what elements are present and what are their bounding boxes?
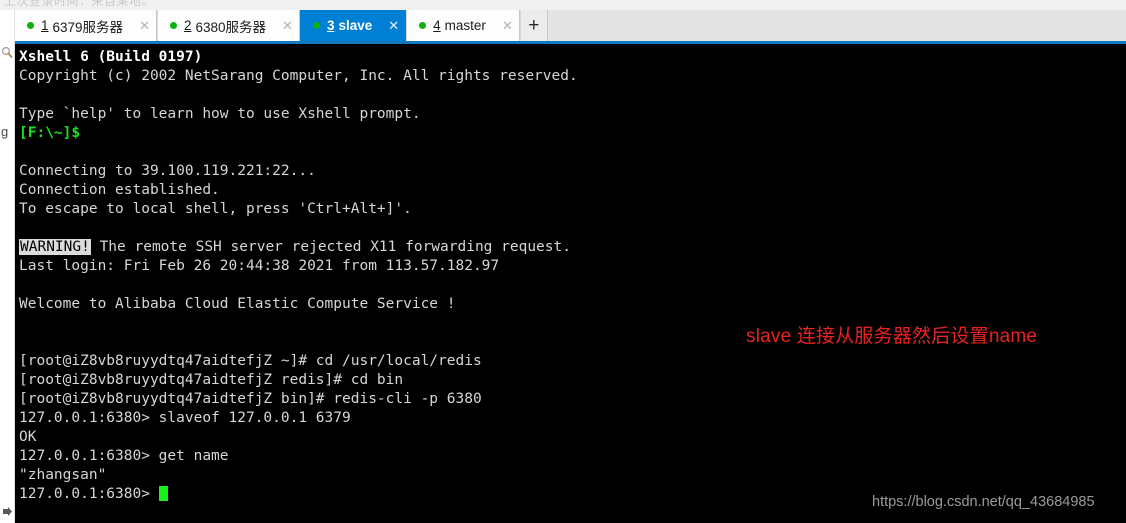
clipped-top-text: 上次登录时间：来自某地。 bbox=[4, 0, 155, 8]
status-dot-icon bbox=[27, 22, 34, 29]
terminal-pane[interactable]: Xshell 6 (Build 0197) Copyright (c) 2002 … bbox=[14, 44, 1126, 523]
tab-label: 6379服务器 bbox=[52, 19, 124, 35]
terminal-line: Xshell 6 (Build 0197) bbox=[19, 49, 203, 65]
status-dot-icon bbox=[312, 22, 320, 29]
terminal-line: Last login: Fri Feb 26 20:44:38 2021 fro… bbox=[19, 258, 500, 274]
xshell-window: 上次登录时间：来自某地。 g 1 6379服务器 ✕ 2 6380服务器 ✕ 3… bbox=[0, 0, 1126, 523]
arrow-right-icon[interactable] bbox=[1, 506, 13, 518]
terminal-line: Connecting to 39.100.119.221:22... bbox=[19, 163, 316, 179]
tab-6380-server[interactable]: 2 6380服务器 ✕ bbox=[156, 10, 300, 41]
terminal-line: [root@iZ8vb8ruyydtq47aidtefjZ bin]# redi… bbox=[19, 391, 482, 407]
tab-number: 3 bbox=[326, 18, 335, 33]
clipped-top-strip: 上次登录时间：来自某地。 bbox=[0, 0, 1126, 10]
terminal-line: [F:\~]$ bbox=[19, 125, 81, 141]
terminal-line: Copyright (c) 2002 NetSarang Computer, I… bbox=[19, 68, 578, 84]
terminal-line: OK bbox=[19, 429, 37, 445]
terminal-line: Type `help' to learn how to use Xshell p… bbox=[19, 106, 421, 122]
tab-strip: 1 6379服务器 ✕ 2 6380服务器 ✕ 3 slave ✕ 4 mast… bbox=[14, 10, 1126, 41]
close-icon[interactable]: ✕ bbox=[139, 19, 150, 32]
terminal-line: WARNING! The remote SSH server rejected … bbox=[19, 239, 571, 255]
terminal-line: To escape to local shell, press 'Ctrl+Al… bbox=[19, 201, 412, 217]
annotation-note: slave 连接从服务器然后设置name bbox=[746, 326, 1038, 347]
tab-master[interactable]: 4 master ✕ bbox=[406, 10, 520, 41]
terminal-cursor bbox=[158, 486, 168, 501]
status-dot-icon bbox=[419, 22, 427, 29]
tab-slave[interactable]: 3 slave ✕ bbox=[299, 10, 407, 41]
terminal-output: Xshell 6 (Build 0197) Copyright (c) 2002 … bbox=[19, 48, 1126, 523]
tabs-row: 1 6379服务器 ✕ 2 6380服务器 ✕ 3 slave ✕ 4 mast… bbox=[14, 10, 548, 41]
tab-label: 6380服务器 bbox=[195, 19, 267, 35]
close-icon[interactable]: ✕ bbox=[388, 19, 399, 32]
tab-number: 4 bbox=[433, 18, 441, 33]
tab-number: 2 bbox=[183, 18, 192, 33]
close-icon[interactable]: ✕ bbox=[282, 19, 293, 32]
search-icon[interactable] bbox=[1, 46, 13, 60]
status-dot-icon bbox=[169, 22, 177, 29]
terminal-line: "zhangsan" bbox=[19, 467, 107, 483]
terminal-line: 127.0.0.1:6380> get name bbox=[19, 448, 229, 464]
terminal-line: Connection established. bbox=[19, 182, 220, 198]
rail-letter: g bbox=[1, 124, 9, 139]
terminal-line: Welcome to Alibaba Cloud Elastic Compute… bbox=[19, 296, 456, 312]
new-tab-button[interactable]: + bbox=[519, 10, 548, 41]
close-icon[interactable]: ✕ bbox=[502, 19, 513, 32]
warning-badge: WARNING! bbox=[19, 239, 91, 255]
terminal-line: 127.0.0.1:6380> slaveof 127.0.0.1 6379 bbox=[19, 410, 351, 426]
tab-6379-server[interactable]: 1 6379服务器 ✕ bbox=[14, 10, 157, 41]
tab-label: slave bbox=[338, 18, 373, 33]
watermark: https://blog.csdn.net/qq_43684985 bbox=[872, 494, 1095, 510]
terminal-line: [root@iZ8vb8ruyydtq47aidtefjZ ~]# cd /us… bbox=[19, 353, 482, 369]
terminal-line: [root@iZ8vb8ruyydtq47aidtefjZ redis]# cd… bbox=[19, 372, 404, 388]
tab-number: 1 bbox=[41, 18, 49, 33]
left-rail: g bbox=[0, 10, 15, 523]
tab-label: master bbox=[444, 18, 486, 33]
